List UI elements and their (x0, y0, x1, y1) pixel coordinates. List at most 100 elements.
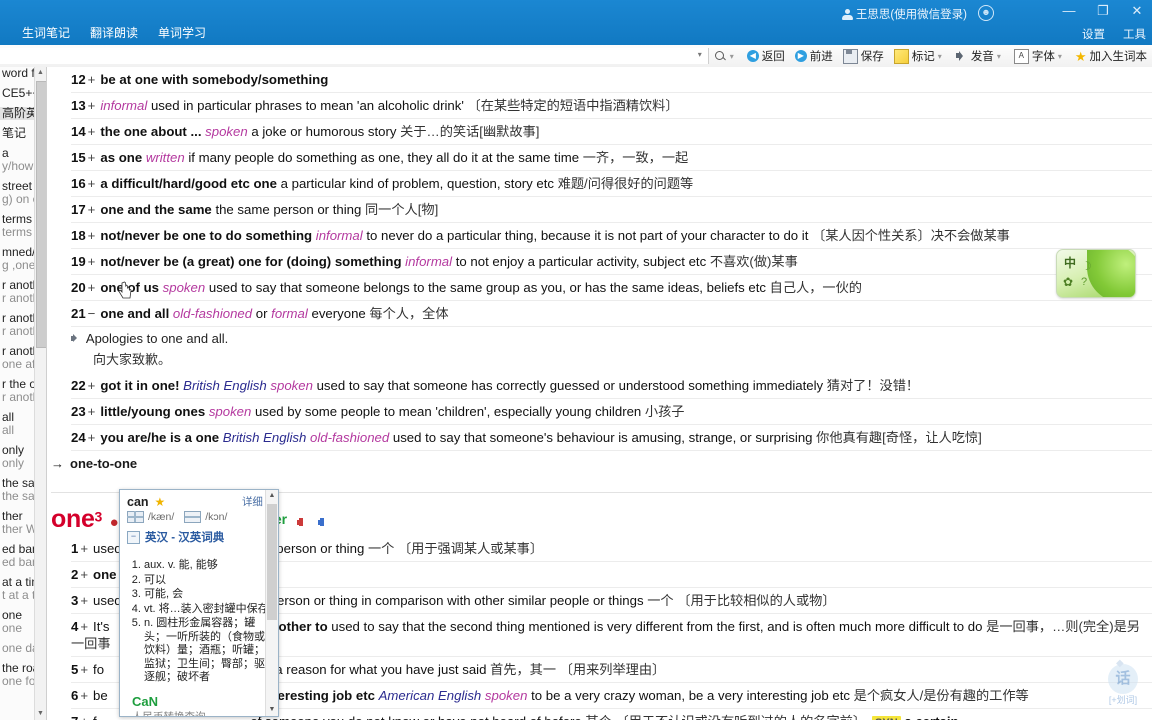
sense-expand-toggle[interactable]: − (86, 306, 101, 321)
toolbar-back-button[interactable]: ◀ 返回 (742, 48, 790, 64)
sense-expand-toggle[interactable]: + (86, 228, 101, 243)
sidebar-scroll-thumb[interactable] (36, 81, 46, 348)
account-name: 王思思(使用微信登录) (855, 9, 967, 21)
sense-number: 23 (71, 404, 86, 419)
close-button[interactable]: ✕ (1130, 4, 1144, 18)
sense-number: 15 (71, 150, 86, 165)
sense-definition: used to say that someone has correctly g… (316, 378, 827, 393)
popup-scroll-up-icon[interactable]: ▲ (266, 490, 278, 502)
tab-translate-read[interactable]: 翻译朗读 (80, 26, 148, 40)
tools-link[interactable]: 工具 (1123, 26, 1146, 42)
sidebar-scroll-up-icon[interactable]: ▲ (35, 67, 46, 79)
sidebar-scroll-down-icon[interactable]: ▼ (35, 708, 46, 720)
sense-expand-toggle[interactable]: + (78, 619, 93, 634)
popup-definitions: aux. v. 能, 能够可以可能, 会vt. 将…装入密封罐中保存n. 圆柱形… (120, 549, 278, 685)
sense-row: 22 + got it in one! British English spoken… (71, 373, 1152, 399)
sense-row: 15 + as one written if many people do some… (71, 145, 1152, 171)
tab-word-study[interactable]: 单词学习 (148, 26, 216, 40)
word-lookup-popup[interactable]: can ★ 详细 > /kæn/ /kɔn/ − 英汉 - 汉英词典 aux. … (119, 489, 279, 717)
sense-expand-toggle[interactable]: + (78, 541, 93, 556)
popup-definition-item: 可能, 会 (144, 588, 273, 602)
chevron-down-icon[interactable]: ▾ (997, 52, 1004, 61)
sense-expand-toggle[interactable]: + (86, 280, 101, 295)
chevron-down-icon[interactable]: ▾ (938, 52, 945, 61)
account-area[interactable]: 王思思(使用微信登录) (841, 6, 967, 22)
sense-expand-toggle[interactable]: + (86, 404, 101, 419)
sense-expand-toggle[interactable]: + (86, 378, 101, 393)
toolbar-font-button[interactable]: A 字体 ▾ (1009, 48, 1070, 64)
settings-link[interactable]: 设置 (1082, 26, 1105, 42)
sense-register-label: written (145, 150, 189, 165)
sense-chinese: 难题/问得很好的问题等 (557, 176, 694, 191)
arrow-icon: ◆ (1116, 658, 1124, 669)
popup-scroll-thumb[interactable] (267, 504, 277, 620)
search-icon (714, 50, 727, 63)
chevron-down-icon[interactable]: ▾ (1058, 52, 1065, 61)
sense-number: 21 (71, 306, 86, 321)
popup-footer-word: CaN (132, 693, 159, 709)
phonetic-uk[interactable]: /kæn/ (148, 511, 174, 523)
chevron-down-icon[interactable]: ▾ (730, 52, 737, 61)
sense-expand-toggle[interactable]: + (86, 124, 101, 139)
toolbar-forward-button[interactable]: ▶ 前进 (790, 48, 838, 64)
sense-number: 24 (71, 430, 86, 445)
sense-headphrase: one and all (100, 306, 173, 321)
speaker-icon[interactable] (71, 333, 83, 344)
speaker-blue-icon[interactable] (318, 517, 330, 528)
sense-expand-toggle[interactable]: + (86, 98, 101, 113)
collapse-icon[interactable]: − (127, 530, 140, 544)
sense-register-label: spoken (484, 688, 532, 703)
word-select-watermark[interactable]: ◆ 话 [+划词] (1098, 658, 1148, 706)
sense-expand-toggle[interactable]: + (78, 714, 93, 720)
save-icon (842, 48, 858, 64)
sense-expand-toggle[interactable]: + (86, 430, 101, 445)
sense-headphrase: be at one with somebody/something (100, 72, 329, 87)
sense-register-label: old-fashioned (172, 306, 256, 321)
ime-language-toggle[interactable]: 中 (1064, 254, 1076, 271)
sense-expand-toggle[interactable]: + (86, 254, 101, 269)
synonym-word[interactable]: a certain (901, 714, 958, 720)
sense-expand-toggle[interactable]: + (78, 567, 93, 582)
moon-icon[interactable]: ☽ (1081, 259, 1092, 273)
toolbar-pronounce-button[interactable]: 发音 ▾ (950, 48, 1009, 64)
star-icon[interactable]: ★ (155, 495, 166, 509)
toolbar-add-vocab-button[interactable]: ★ 加入生词本 (1070, 48, 1152, 64)
sense-chinese: 关于…的笑话[幽默故事] (400, 124, 540, 139)
chevron-down-icon[interactable]: ▾ (698, 50, 702, 59)
address-bar[interactable]: ▾ (0, 48, 709, 64)
sense-expand-toggle[interactable]: + (86, 150, 101, 165)
sense-expand-toggle[interactable]: + (78, 688, 93, 703)
sense-head-prefix: It's (93, 619, 114, 634)
sense-expand-toggle[interactable]: + (86, 202, 101, 217)
sidebar-scrollbar[interactable]: ▲ ▼ (34, 67, 46, 720)
sense-expand-toggle[interactable]: + (78, 593, 93, 608)
sense-expand-toggle[interactable]: + (86, 72, 101, 87)
sense-expand-toggle[interactable]: + (86, 176, 101, 191)
smiley-icon[interactable]: ☻ (978, 5, 994, 21)
sense-definition: used to say that someone's behaviour is … (392, 430, 817, 445)
phonetic-us[interactable]: /kɔn/ (205, 511, 227, 523)
sense-definition: to not enjoy a particular activity, subj… (455, 254, 710, 269)
arrow-icon: → (51, 456, 64, 471)
popup-definition-item: vt. 将…装入密封罐中保存 (144, 603, 273, 617)
cross-reference-label[interactable]: one-to-one (70, 456, 137, 471)
popup-section-header[interactable]: − 英汉 - 汉英词典 (120, 526, 278, 549)
toolbar-save-button[interactable]: 保存 (838, 48, 889, 64)
speaker-red-icon[interactable] (296, 517, 309, 528)
cross-reference[interactable]: → one-to-one (51, 451, 1152, 476)
sense-headphrase: you are/he is a one (100, 430, 223, 445)
ime-floating-bar[interactable]: 中 ☽ ✿ ? (1056, 249, 1136, 298)
tab-vocab-notes[interactable]: 生词笔记 (12, 26, 80, 40)
toolbar-search[interactable]: ▾ (709, 50, 742, 63)
toolbar-mark-button[interactable]: 标记 ▾ (889, 48, 950, 64)
minimize-button[interactable]: — (1062, 4, 1076, 18)
sidebar: word familyCE5++ ...高阶英汉...笔记ay/how etcs… (0, 67, 47, 720)
popup-scroll-down-icon[interactable]: ▼ (266, 704, 278, 716)
help-icon[interactable]: ? (1081, 276, 1087, 288)
sense-register-label: informal (315, 228, 367, 243)
popup-scrollbar[interactable]: ▲ ▼ (265, 490, 278, 716)
maximize-button[interactable]: ❐ (1096, 4, 1110, 18)
sense-expand-toggle[interactable]: + (78, 662, 93, 677)
gear-icon[interactable]: ✿ (1063, 275, 1073, 289)
sense-chinese: 是个疯女人/是份有趣的工作等 (853, 688, 1029, 703)
